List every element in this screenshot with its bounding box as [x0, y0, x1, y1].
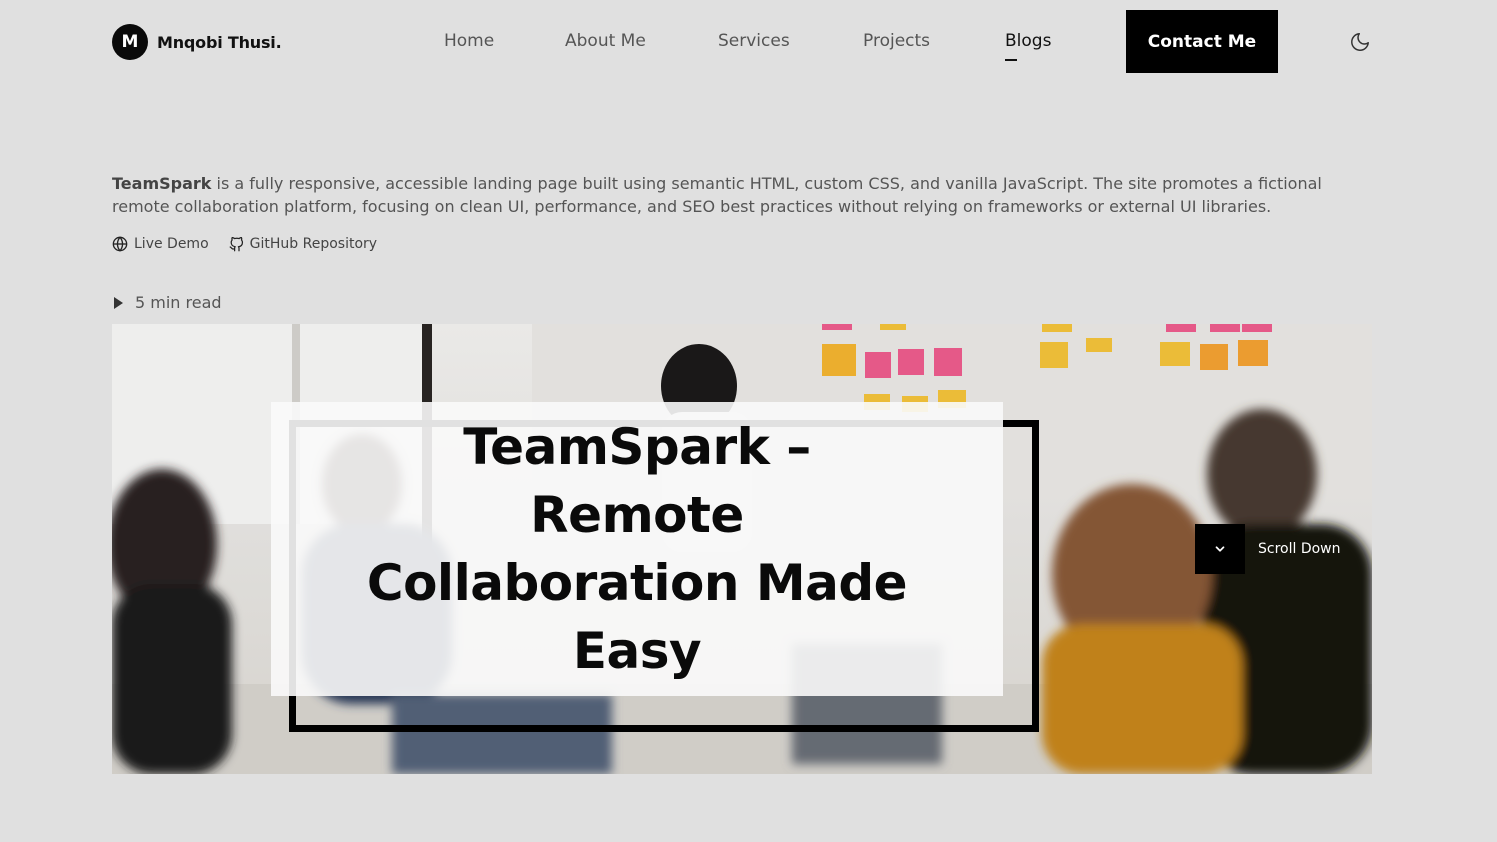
post-project-name: TeamSpark [112, 174, 212, 193]
github-repository-link[interactable]: GitHub Repository [229, 236, 377, 252]
github-repository-label: GitHub Repository [249, 236, 378, 252]
scroll-down-label[interactable]: Scroll Down [1258, 541, 1341, 557]
moon-icon[interactable] [1349, 31, 1371, 53]
nav-item-services[interactable]: Services [718, 31, 790, 51]
chevron-down-icon [1215, 546, 1225, 552]
github-icon [229, 236, 243, 251]
nav-item-blogs[interactable]: Blogs [1005, 31, 1051, 61]
scroll-down-button[interactable] [1195, 524, 1245, 574]
site-header: M Mnqobi Thusi. Home About Me Services P… [112, 10, 1372, 73]
read-time-label: 5 min read [135, 293, 222, 312]
live-demo-label: Live Demo [134, 236, 209, 252]
post-description-text: is a fully responsive, accessible landin… [112, 174, 1322, 216]
page: M Mnqobi Thusi. Home About Me Services P… [0, 0, 1497, 842]
play-triangle-icon [114, 296, 123, 309]
post-title: TeamSpark – Remote Collaboration Made Ea… [366, 418, 908, 680]
read-time[interactable]: 5 min read [114, 293, 222, 312]
post-description: TeamSpark is a fully responsive, accessi… [112, 172, 1372, 218]
contact-me-button[interactable]: Contact Me [1126, 10, 1278, 73]
title-card: TeamSpark – Remote Collaboration Made Ea… [271, 402, 1003, 696]
globe-icon [112, 236, 128, 252]
nav-item-projects[interactable]: Projects [863, 31, 930, 51]
hero-image: TeamSpark – Remote Collaboration Made Ea… [112, 324, 1372, 774]
nav-item-home[interactable]: Home [444, 31, 494, 51]
live-demo-link[interactable]: Live Demo [112, 236, 209, 252]
nav-item-about-me[interactable]: About Me [565, 31, 646, 51]
post-links: Live Demo GitHub Repository [112, 236, 397, 252]
